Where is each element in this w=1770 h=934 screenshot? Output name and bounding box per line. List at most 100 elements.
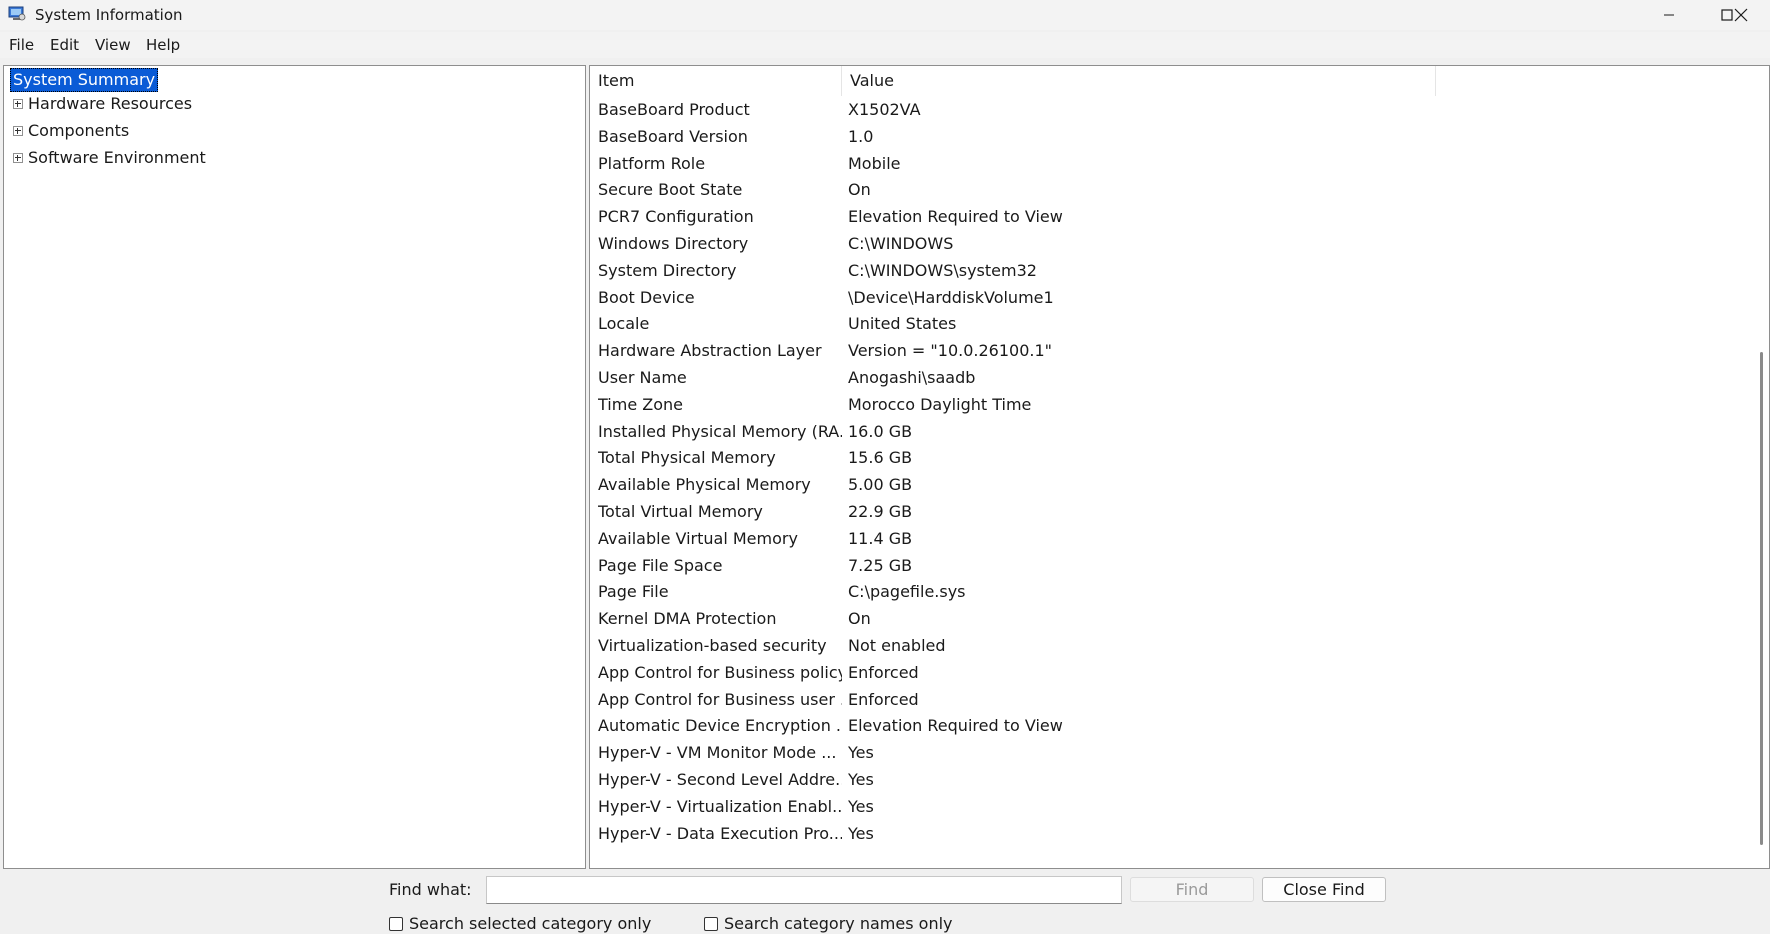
expand-plus-icon[interactable] (13, 126, 23, 136)
vertical-scrollbar[interactable] (1754, 67, 1768, 867)
table-row[interactable]: Windows Directory C:\WINDOWS (590, 230, 1750, 257)
row-value-cell: 15.6 GB (848, 448, 913, 468)
find-bar: Find what: Find Close Find Search select… (0, 870, 1770, 933)
table-row[interactable]: Locale United States (590, 310, 1750, 337)
table-row[interactable]: App Control for Business policy Enforced (590, 659, 1750, 686)
row-item-cell: PCR7 Configuration (598, 207, 754, 227)
row-value-cell: 22.9 GB (848, 502, 913, 521)
tree-item-hardware-resources[interactable]: Hardware Resources (6, 93, 306, 115)
row-value-cell: Enforced (848, 662, 919, 682)
row-item-cell: Hardware Abstraction Layer (598, 341, 822, 361)
table-row[interactable]: PCR7 Configuration Elevation Required to … (590, 203, 1750, 230)
table-row[interactable]: Kernel DMA Protection On (590, 605, 1750, 632)
row-item-cell: Hyper-V - Second Level Addre... (598, 770, 842, 789)
category-tree[interactable]: System Summary Hardware Resources Compon… (3, 65, 586, 869)
row-value-cell: On (848, 609, 871, 629)
table-row[interactable]: Hyper-V - Second Level Addre... Yes (590, 766, 1750, 793)
minimize-icon (1664, 14, 1674, 16)
row-item-cell: Secure Boot State (598, 180, 743, 200)
menu-help[interactable]: Help (146, 36, 180, 54)
row-item-cell: System Directory (598, 260, 737, 280)
tree-item-components[interactable]: Components (6, 120, 306, 142)
table-row[interactable]: Total Virtual Memory 22.9 GB (590, 498, 1750, 525)
checkbox-box[interactable] (389, 917, 403, 931)
row-item-cell: Boot Device (598, 287, 695, 307)
details-list[interactable]: Item Value BaseBoard Product X1502VA BaseB… (589, 65, 1770, 869)
tree-item-software-environment[interactable]: Software Environment (6, 147, 306, 169)
table-row[interactable]: Hardware Abstraction Layer Version = "10.… (590, 337, 1750, 364)
table-row[interactable]: Automatic Device Encryption ... Elevation… (590, 712, 1750, 739)
row-value-cell: Not enabled (848, 636, 946, 655)
minimize-button[interactable] (1640, 0, 1698, 30)
table-row[interactable]: Page File Space 7.25 GB (590, 552, 1750, 579)
table-row[interactable]: Total Physical Memory 15.6 GB (590, 444, 1750, 471)
row-item-cell: BaseBoard Version (598, 126, 748, 146)
find-what-label: Find what: (389, 880, 472, 899)
row-item-cell: Locale (598, 314, 650, 334)
row-item-cell: Page File Space (598, 555, 723, 575)
row-value-cell: Morocco Daylight Time (848, 394, 1032, 414)
table-row[interactable]: System Directory C:\WINDOWS\system32 (590, 257, 1750, 284)
row-value-cell: 5.00 GB (848, 475, 913, 495)
row-item-cell: Available Physical Memory (598, 475, 811, 495)
row-value-cell: \Device\HarddiskVolume1 (848, 287, 1054, 307)
row-item-cell: Total Virtual Memory (598, 502, 763, 521)
row-value-cell: Anogashi\saadb (848, 368, 976, 387)
close-find-button[interactable]: Close Find (1262, 877, 1386, 902)
table-row[interactable]: User Name Anogashi\saadb (590, 364, 1750, 391)
row-value-cell: Elevation Required to View (848, 716, 1063, 736)
menu-edit[interactable]: Edit (50, 36, 79, 54)
menu-view[interactable]: View (95, 36, 131, 54)
table-row[interactable]: Available Virtual Memory 11.4 GB (590, 525, 1750, 552)
table-row[interactable]: Boot Device \Device\HarddiskVolume1 (590, 284, 1750, 311)
row-value-cell: On (848, 180, 871, 200)
row-item-cell: Available Virtual Memory (598, 528, 798, 548)
expand-plus-icon[interactable] (13, 153, 23, 163)
table-row[interactable]: BaseBoard Version 1.0 (590, 123, 1750, 150)
row-value-cell: Version = "10.0.26100.1" (848, 341, 1053, 361)
menu-file[interactable]: File (9, 36, 34, 54)
table-row[interactable]: Secure Boot State On (590, 176, 1750, 203)
scrollbar-thumb[interactable] (1760, 352, 1763, 845)
row-item-cell: Hyper-V - Data Execution Pro... (598, 823, 842, 843)
row-item-cell: Total Physical Memory (598, 448, 776, 468)
table-row[interactable]: BaseBoard Product X1502VA (590, 96, 1750, 123)
table-row[interactable]: Available Physical Memory 5.00 GB (590, 471, 1750, 498)
row-value-cell: Mobile (848, 153, 901, 173)
row-item-cell: Virtualization-based security (598, 636, 827, 655)
find-button[interactable]: Find (1130, 877, 1254, 902)
checkbox-label: Search selected category only (409, 914, 652, 933)
close-button[interactable] (1712, 0, 1770, 30)
row-value-cell: 11.4 GB (848, 528, 913, 548)
table-row[interactable]: App Control for Business user ... Enforce… (590, 686, 1750, 713)
table-row[interactable]: Virtualization-based security Not enabled (590, 632, 1750, 659)
tree-item-label: Components (28, 121, 130, 140)
row-item-cell: Platform Role (598, 153, 706, 173)
row-item-cell: Hyper-V - Virtualization Enabl... (598, 796, 842, 816)
table-row[interactable]: Hyper-V - VM Monitor Mode ... Yes (590, 739, 1750, 766)
column-header-item[interactable]: Item (590, 66, 842, 96)
table-row[interactable]: Page File C:\pagefile.sys (590, 578, 1750, 605)
row-item-cell: User Name (598, 368, 687, 387)
table-row[interactable]: Installed Physical Memory (RA... 16.0 GB (590, 418, 1750, 445)
table-row[interactable]: Hyper-V - Virtualization Enabl... Yes (590, 793, 1750, 820)
expand-plus-icon[interactable] (13, 99, 23, 109)
row-value-cell: C:\pagefile.sys (848, 582, 966, 602)
row-item-cell: Kernel DMA Protection (598, 609, 777, 629)
tree-item-system-summary[interactable]: System Summary (10, 68, 159, 92)
table-row[interactable]: Platform Role Mobile (590, 150, 1750, 177)
row-item-cell: Windows Directory (598, 234, 749, 253)
row-item-cell: Hyper-V - VM Monitor Mode ... (598, 743, 837, 763)
list-header: Item Value (590, 66, 1760, 96)
checkbox-box[interactable] (704, 917, 718, 931)
table-row[interactable]: Time Zone Morocco Daylight Time (590, 391, 1750, 418)
row-value-cell: 1.0 (848, 126, 874, 146)
row-value-cell: 16.0 GB (848, 421, 913, 441)
column-header-value[interactable]: Value (842, 66, 1436, 96)
row-value-cell: X1502VA (848, 100, 921, 119)
row-value-cell: C:\WINDOWS (848, 234, 954, 253)
find-what-input[interactable] (486, 876, 1122, 904)
row-value-cell: Yes (848, 796, 874, 816)
table-row[interactable]: Hyper-V - Data Execution Pro... Yes (590, 820, 1750, 847)
row-value-cell: Yes (848, 743, 874, 763)
